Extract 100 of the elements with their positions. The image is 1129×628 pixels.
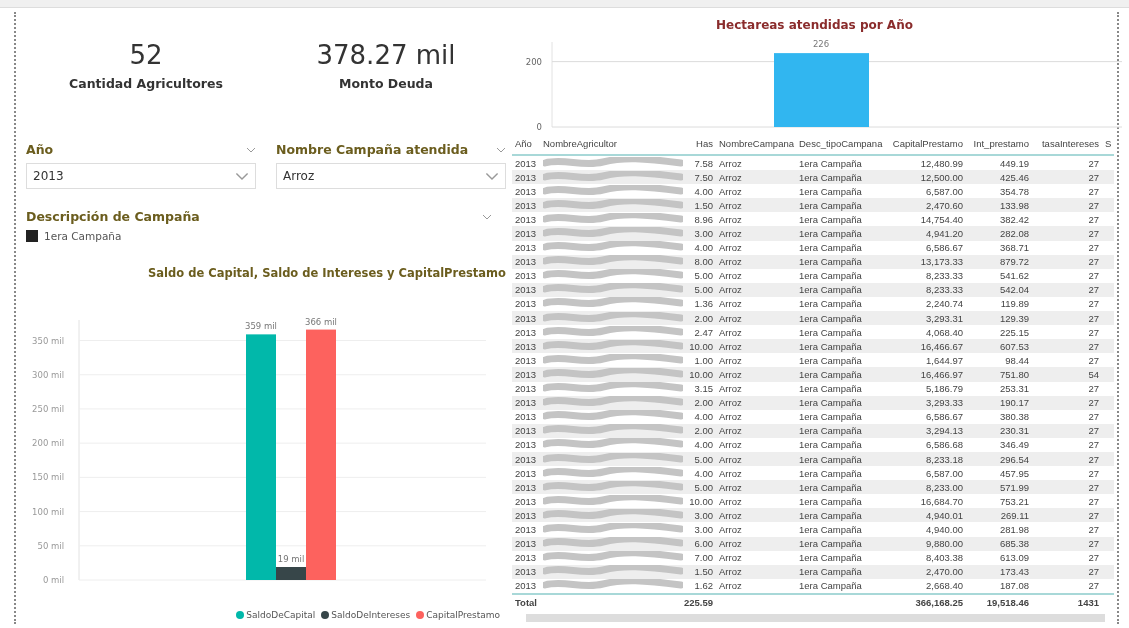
table-cell-text: 2013: [514, 439, 538, 451]
chevron-down-icon[interactable]: [235, 171, 249, 181]
column-header[interactable]: NombreAgricultor: [540, 137, 680, 149]
table-cell-text: Arroz: [718, 242, 743, 254]
table-cell-text: Arroz: [718, 326, 743, 338]
table-cell-text: 2013: [514, 538, 538, 550]
table-cell-text: 1.00: [693, 354, 714, 366]
axis-tick-label: 300 mil: [32, 369, 64, 380]
dropdown[interactable]: Arroz: [276, 163, 506, 189]
table-cell-text: 27: [1087, 538, 1100, 550]
table-cell-text: 27: [1087, 453, 1100, 465]
table-cell-text: 27: [1087, 425, 1100, 437]
table-cell-text: Arroz: [718, 354, 743, 366]
checkbox[interactable]: [26, 230, 38, 242]
table-cell-text: 27: [1087, 467, 1100, 479]
column-header[interactable]: Año: [512, 137, 540, 149]
table-cell-text: 753.21: [998, 495, 1030, 507]
table-cell-text: 2013: [514, 185, 538, 197]
table-cell-text: 2013: [514, 580, 538, 592]
table-cell-text: 7.58: [693, 157, 714, 169]
table-cell-text: Arroz: [718, 538, 743, 550]
table-cell-text: 1era Campaña: [798, 171, 863, 183]
table-cell-text: 2013: [514, 354, 538, 366]
chevron-down-icon[interactable]: [485, 171, 499, 181]
column-header[interactable]: S: [1102, 137, 1114, 149]
column-header[interactable]: NombreCampana: [716, 137, 796, 149]
table-cell-text: 6,586.67: [925, 242, 964, 254]
table-cell-text: Arroz: [718, 397, 743, 409]
table-cell-text: 27: [1087, 228, 1100, 239]
table-cell-text: 685.38: [998, 538, 1030, 550]
table-cell-text: 27: [1087, 481, 1100, 493]
table-cell-text: 27: [1087, 284, 1100, 296]
table-cell-text: 1era Campaña: [798, 298, 863, 310]
table-cell-text: 1,644.97: [925, 354, 964, 366]
table-cell-text: 2.47: [693, 326, 714, 338]
table-cell-text: 2.00: [693, 312, 714, 324]
table-cell-text: 2013: [514, 284, 538, 296]
table-cell-text: Arroz: [718, 425, 743, 437]
data-label: 366 mil: [305, 316, 337, 327]
table-cell-text: 5.00: [693, 270, 714, 282]
table-cell-text: 1era Campaña: [798, 213, 863, 225]
table-cell-text: 27: [1087, 340, 1100, 352]
axis-tick-label: 200: [525, 56, 542, 67]
table-cell-text: 1era Campaña: [798, 157, 863, 169]
table-cell-text: 1era Campaña: [798, 439, 863, 451]
table-cell-text: 2013: [514, 213, 538, 225]
table-cell-text: 2013: [514, 157, 538, 169]
column-header[interactable]: Has: [680, 137, 716, 149]
table-cell-text: 3.00: [693, 228, 714, 239]
table-cell-text: 2013: [514, 425, 538, 437]
table-cell-text: 27: [1087, 411, 1100, 423]
table-cell-text: Arroz: [718, 298, 743, 310]
table-cell-text: 225.15: [998, 326, 1030, 338]
table-cell-text: 2.00: [693, 397, 714, 409]
table-cell-text: 1era Campaña: [798, 256, 863, 268]
collapse-icon[interactable]: [482, 213, 492, 220]
legend-label: CapitalPrestamo: [426, 610, 500, 620]
table-cell-text: 9,880.00: [925, 538, 964, 550]
table-cell-text: 1era Campaña: [798, 199, 863, 211]
table-cell-text: 2013: [514, 242, 538, 254]
table-cell-text: 27: [1087, 495, 1100, 507]
table-cell-text: 4,940.01: [925, 509, 964, 521]
table-cell-text: 7.00: [693, 552, 714, 564]
table-cell-text: 1.50: [693, 566, 714, 578]
table-cell-text: 27: [1087, 185, 1100, 197]
table-cell-text: 1era Campaña: [798, 481, 863, 493]
table-cell-text: 27: [1087, 213, 1100, 225]
collapse-icon[interactable]: [246, 146, 256, 153]
axis-tick-label: 100 mil: [32, 506, 64, 517]
table-cell-text: 6,586.67: [925, 411, 964, 423]
column-header[interactable]: Int_prestamo: [966, 137, 1032, 149]
table-cell-text: 3,293.33: [925, 397, 964, 409]
table-cell-text: Arroz: [718, 199, 743, 211]
table-cell-text: 16,466.97: [919, 368, 964, 380]
table-cell-text: 12,500.00: [919, 171, 964, 183]
table-cell-text: 2013: [514, 524, 538, 535]
horizontal-scrollbar[interactable]: [526, 614, 1105, 622]
table-cell-text: 2013: [514, 326, 538, 338]
table-cell-text: 613.09: [998, 552, 1030, 564]
table-cell-text: 8.00: [693, 256, 714, 268]
table-cell-text: Arroz: [718, 509, 743, 521]
table-cell-text: 2013: [514, 481, 538, 493]
table-cell-text: Arroz: [718, 580, 743, 592]
legend-label: SaldoDeIntereses: [331, 610, 411, 620]
table-cell-text: Arroz: [718, 171, 743, 183]
table-cell-text: 27: [1087, 256, 1100, 268]
table-cell-text: 1era Campaña: [798, 284, 863, 296]
table-cell-text: 1.50: [693, 199, 714, 211]
table-cell-text: 129.39: [998, 312, 1030, 324]
column-header[interactable]: Desc_tipoCampana: [796, 137, 884, 149]
dropdown[interactable]: 2013: [26, 163, 256, 189]
table-cell-text: 1era Campaña: [798, 383, 863, 395]
column-header[interactable]: tasaIntereses: [1032, 137, 1102, 149]
table-cell-text: 27: [1087, 383, 1100, 395]
table-cell-text: 382.42: [998, 213, 1030, 225]
column-header[interactable]: CapitalPrestamo: [884, 137, 966, 149]
table-cell-text: 1era Campaña: [798, 509, 863, 521]
collapse-icon[interactable]: [496, 146, 506, 153]
table-cell-text: 27: [1087, 157, 1100, 169]
table-cell-text: 8,233.33: [925, 284, 964, 296]
